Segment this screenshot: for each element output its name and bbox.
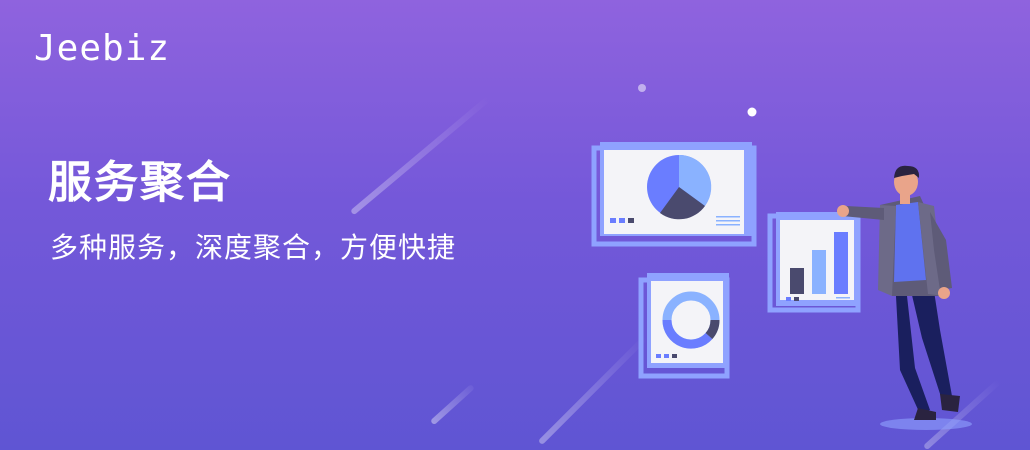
decor-dot bbox=[747, 107, 757, 117]
bar-chart-icon bbox=[767, 212, 861, 313]
pie-chart-icon bbox=[591, 142, 757, 247]
hero-banner: Jeebiz 服务聚合 多种服务，深度聚合，方便快捷 bbox=[0, 0, 1030, 450]
dashboard-illustration bbox=[591, 84, 972, 430]
donut-chart-icon bbox=[638, 273, 730, 379]
decor-dot bbox=[638, 84, 646, 92]
